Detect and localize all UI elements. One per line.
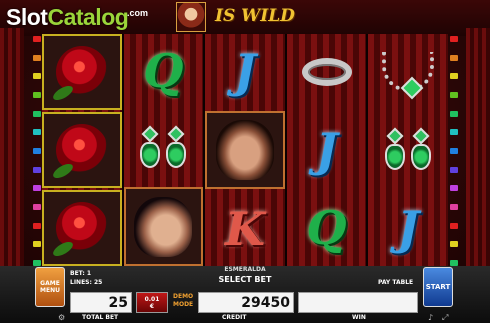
ring-icon <box>287 34 367 110</box>
man-portrait-2 <box>123 187 204 267</box>
slot-game-screen: SlotCatalog .com IS WILD Q J K J Q J GAM… <box>0 0 490 323</box>
start-button[interactable]: START <box>423 267 453 307</box>
coin-value: 0.01 <box>144 295 160 303</box>
symbol-j: J <box>234 44 256 99</box>
rose-icon <box>42 190 122 266</box>
watermark-text-b: Catalog <box>47 4 129 30</box>
credit-value: 29450 <box>198 292 294 313</box>
watermark-text-a: Slot <box>6 4 48 30</box>
sound-icon[interactable]: ♪ <box>428 313 433 322</box>
demo-mode-label: DEMO MODE <box>173 293 194 308</box>
watermark-suffix: .com <box>127 8 149 18</box>
lines-label: LINES: 25 <box>70 279 103 286</box>
symbol-k: K <box>224 201 265 256</box>
win-value <box>298 292 418 313</box>
reel-1 <box>42 34 122 266</box>
left-curtain <box>0 28 24 270</box>
credit-label: CREDIT <box>222 314 247 321</box>
coin-value-button[interactable]: 0.01 € <box>136 292 168 313</box>
reel-4: J Q <box>286 34 367 266</box>
rose-icon <box>42 34 122 110</box>
earrings-icon <box>124 111 204 186</box>
reel-2: Q <box>123 34 204 267</box>
man-portrait-1 <box>205 110 285 190</box>
payline-indicators-left <box>33 36 41 266</box>
symbol-j: J <box>397 201 420 255</box>
symbol-q: Q <box>143 44 184 99</box>
right-curtain <box>466 28 490 270</box>
necklace-icon <box>368 34 448 110</box>
settings-icon[interactable]: ⚙ <box>58 313 65 322</box>
total-bet-value: 25 <box>70 292 132 313</box>
symbol-j: J <box>315 123 338 177</box>
rose-icon <box>42 112 122 188</box>
reel-5: J <box>368 34 448 266</box>
earrings-icon <box>368 112 448 188</box>
pay-table-button[interactable]: PAY TABLE <box>378 279 413 286</box>
wild-label: IS WILD <box>215 6 295 26</box>
coin-currency: € <box>149 302 155 310</box>
select-bet-button[interactable]: SELECT BET <box>200 275 290 284</box>
bet-label: BET: 1 <box>70 270 92 277</box>
wild-symbol-portrait <box>176 2 206 32</box>
total-bet-label: TOTAL BET <box>82 314 119 321</box>
reel-3: J K <box>205 34 285 266</box>
symbol-q: Q <box>306 201 347 255</box>
game-title: ESMERALDA <box>224 266 266 273</box>
payline-indicators-right <box>450 36 458 266</box>
reel-grid: Q J K J Q J <box>42 34 448 267</box>
top-banner: SlotCatalog .com IS WILD <box>0 0 490 36</box>
fullscreen-icon[interactable]: ⤢ <box>442 313 448 323</box>
watermark-logo: SlotCatalog <box>6 4 129 31</box>
win-label: WIN <box>352 314 366 321</box>
game-menu-button[interactable]: GAME MENU <box>35 267 65 307</box>
